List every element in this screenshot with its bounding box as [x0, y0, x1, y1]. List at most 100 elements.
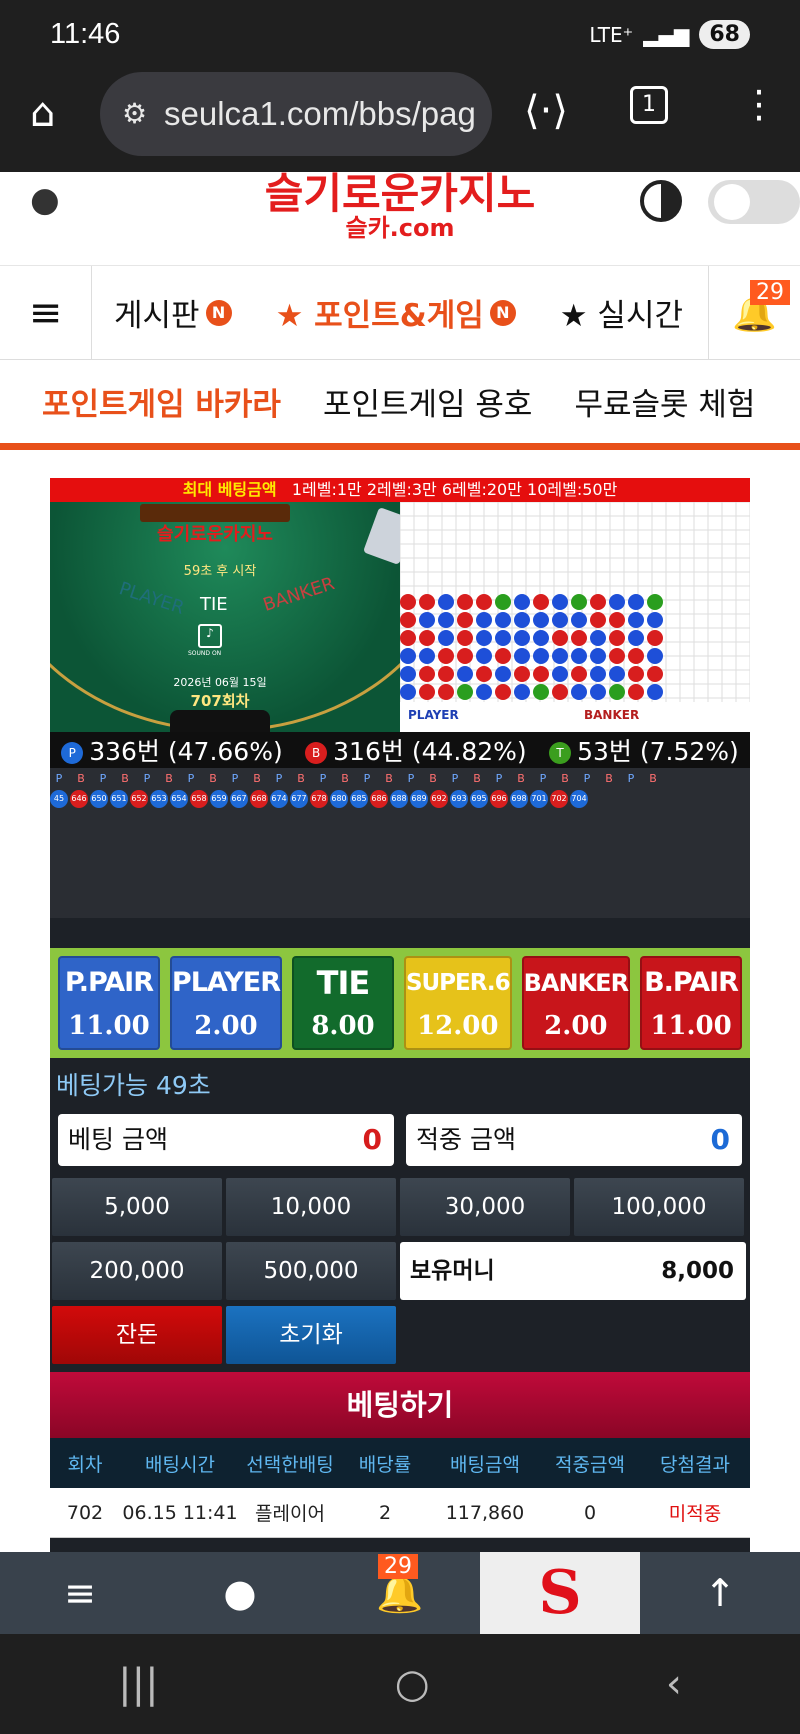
history-head-cell: P — [407, 771, 415, 785]
theme-contrast-icon[interactable] — [640, 180, 682, 222]
url-field[interactable]: ⚙ seulca1.com/bbs/pag — [100, 72, 492, 156]
win-amount-field: 적중 금액 0 — [406, 1114, 742, 1166]
nav-item-realtime[interactable]: ★ 실시간 — [538, 290, 705, 335]
history-dot: 652 — [130, 790, 148, 808]
bet-banker-pair-button[interactable]: B.PAIR 11.00 — [640, 956, 742, 1050]
road-bead — [609, 666, 625, 682]
place-bet-button[interactable]: 베팅하기 — [50, 1372, 750, 1438]
road-bead — [400, 648, 416, 664]
bet-player-pair-button[interactable]: P.PAIR 11.00 — [58, 956, 160, 1050]
road-bead — [628, 594, 644, 610]
chip-10000-button[interactable]: 10,000 — [226, 1178, 396, 1236]
sub-nav: 포인트게임 바카라 포인트게임 용호 무료슬롯 체험 — [0, 360, 800, 450]
table-header-cell: 배당률 — [358, 1453, 412, 1476]
nav-item-board[interactable]: 게시판 N — [92, 290, 254, 335]
system-nav-bar: ||| ○ ‹ — [0, 1634, 800, 1734]
road-bead — [419, 630, 435, 646]
user-icon[interactable]: ● — [160, 1552, 320, 1634]
history-dot: 667 — [230, 790, 248, 808]
menu-icon[interactable]: ≡ — [0, 1552, 160, 1634]
home-icon[interactable]: ⌂ — [30, 90, 55, 136]
site-s-logo[interactable]: S — [480, 1552, 640, 1634]
stat-player: P 336번 (47.66%) — [61, 732, 283, 768]
road-bead — [647, 612, 663, 628]
site-logo[interactable]: 슬기로운카지노 슬카.com — [250, 172, 550, 241]
table-cell: 플레이어 — [255, 1503, 325, 1525]
bet-player-button[interactable]: PLAYER 2.00 — [169, 956, 283, 1050]
back-icon[interactable]: ‹ — [666, 1661, 682, 1707]
history-dot: 701 — [530, 790, 548, 808]
history-dot: 677 — [290, 790, 308, 808]
history-head-cell: B — [209, 771, 217, 785]
history-dot: 689 — [410, 790, 428, 808]
history-head-cell: B — [561, 771, 569, 785]
road-bead — [590, 594, 606, 610]
road-bead — [571, 630, 587, 646]
subnav-dragon-tiger[interactable]: 포인트게임 용호 — [323, 379, 533, 424]
road-bead — [457, 666, 473, 682]
chip-5000-button[interactable]: 5,000 — [52, 1178, 222, 1236]
road-bead — [533, 612, 549, 628]
road-bead — [400, 630, 416, 646]
road-bead — [571, 666, 587, 682]
history-dot: 704 — [570, 790, 588, 808]
menu-icon[interactable]: ≡ — [0, 265, 92, 360]
reset-button[interactable]: 초기화 — [226, 1306, 396, 1364]
site-settings-icon[interactable]: ⚙ — [122, 72, 147, 156]
road-bead — [590, 666, 606, 682]
stat-tie: T 53번 (7.52%) — [549, 732, 739, 768]
bet-tie-button[interactable]: TIE 8.00 — [292, 956, 394, 1050]
table-cell: 미적중 — [668, 1503, 722, 1525]
bell-button[interactable]: 🔔 29 — [320, 1552, 480, 1634]
history-dot: 674 — [270, 790, 288, 808]
history-dot: 658 — [190, 790, 208, 808]
road-bead — [495, 684, 511, 700]
table-cell: 06.15 11:41 — [122, 1501, 238, 1524]
chip-200000-button[interactable]: 200,000 — [52, 1242, 222, 1300]
history-head-cell: P — [583, 771, 591, 785]
sound-label: SOUND ON — [188, 650, 222, 657]
road-bead — [647, 666, 663, 682]
chip-500000-button[interactable]: 500,000 — [226, 1242, 396, 1300]
road-bead — [571, 612, 587, 628]
sound-icon[interactable]: ♪ — [198, 624, 222, 648]
share-icon[interactable]: ⟨·⟩ — [524, 88, 568, 134]
road-bead — [590, 648, 606, 664]
status-time: 11:46 — [50, 18, 121, 50]
history-dot: 685 — [350, 790, 368, 808]
history-head-cell: P — [363, 771, 371, 785]
history-dot: 654 — [170, 790, 188, 808]
history-header: PBPBPBPBPBPBPBPBPBPBPBPBPBPB — [50, 768, 750, 788]
change-button[interactable]: 잔돈 — [52, 1306, 222, 1364]
dark-mode-toggle[interactable] — [708, 180, 800, 224]
road-bead — [571, 684, 587, 700]
history-row: 45 646 650 651 652 653 654 658 659 667 668 674 677 67… — [50, 790, 588, 808]
road-bead — [476, 648, 492, 664]
history-head-cell: B — [473, 771, 481, 785]
recent-apps-icon[interactable]: ||| — [118, 1661, 158, 1707]
baccarat-game: 최대 베팅금액 1레벨:1만 2레벨:3만 6레벨:20만 10레벨:50만 슬… — [50, 478, 751, 1552]
more-menu-icon[interactable]: ⋮ — [740, 82, 778, 126]
user-icon[interactable]: ● — [30, 180, 60, 220]
chip-30000-button[interactable]: 30,000 — [400, 1178, 570, 1236]
chip-100000-button[interactable]: 100,000 — [574, 1178, 744, 1236]
home-button-icon[interactable]: ○ — [395, 1661, 430, 1707]
subnav-free-slot[interactable]: 무료슬롯 체험 — [574, 379, 755, 424]
road-bead — [438, 630, 454, 646]
road-bead — [628, 612, 644, 628]
road-bead — [495, 666, 511, 682]
road-bead — [552, 666, 568, 682]
road-bead — [476, 612, 492, 628]
history-head-cell: P — [539, 771, 547, 785]
scroll-top-icon[interactable]: ↑ — [640, 1552, 800, 1634]
history-dot: 686 — [370, 790, 388, 808]
tab-switcher-button[interactable]: 1 — [630, 86, 668, 124]
bet-super6-button[interactable]: SUPER.6 12.00 — [403, 956, 512, 1050]
notification-bell-button[interactable]: 🔔 29 — [708, 266, 800, 360]
balance-field: 보유머니 8,000 — [400, 1242, 746, 1300]
table-header-cell: 적중금액 — [555, 1453, 625, 1476]
bet-banker-button[interactable]: BANKER 2.00 — [521, 956, 631, 1050]
nav-item-point-game[interactable]: ★ 포인트&게임 N — [254, 290, 538, 335]
game-date: 2026년 06월 15일 — [173, 676, 267, 689]
subnav-baccarat[interactable]: 포인트게임 바카라 — [42, 379, 281, 424]
